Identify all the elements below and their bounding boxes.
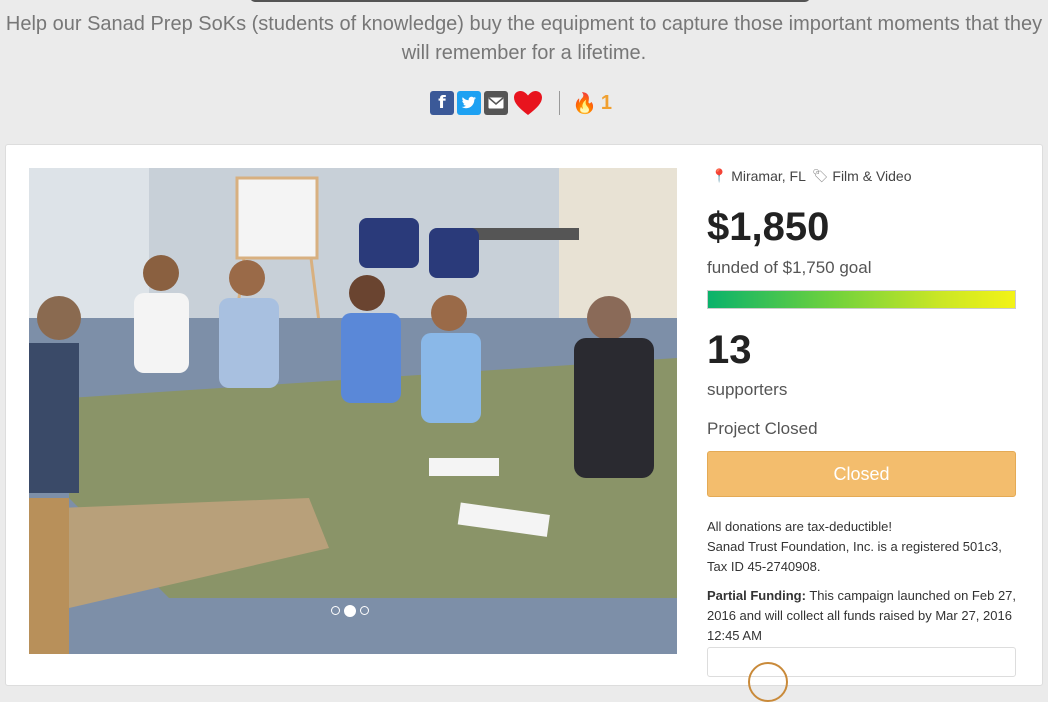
supporters-label: supporters [707,380,788,399]
funding-progress-bar [707,290,1016,309]
tax-id-text: Sanad Trust Foundation, Inc. is a regist… [707,539,1002,574]
location-link[interactable]: Miramar, FL [731,168,806,184]
facebook-icon[interactable]: f [430,91,454,115]
supporters-count: 13 [707,328,752,372]
amount-raised: $1,850 [707,205,830,249]
tag-icon: 🏷 [811,168,829,184]
share-divider [559,91,560,115]
carousel-dot-1[interactable] [331,606,340,615]
share-bar: f 🔥 1 [430,89,612,117]
carousel-dot-2[interactable] [344,605,356,617]
partial-funding-info: Partial Funding: This campaign launched … [707,586,1017,646]
email-icon[interactable] [484,91,508,115]
tax-deductible-text: All donations are tax-deductible! [707,519,893,534]
category-link[interactable]: Film & Video [832,168,911,184]
fire-icon: 🔥 [572,91,597,115]
tax-info: All donations are tax-deductible! Sanad … [707,517,1007,577]
page-title-cutoff [0,0,1048,6]
twitter-icon[interactable] [457,91,481,115]
campaign-meta: 📍 Miramar, FL 🏷 Film & Video [711,168,912,184]
organizer-avatar [748,662,788,702]
fire-count: 1 [600,91,613,114]
location-pin-icon: 📍 [711,168,728,184]
closed-button[interactable]: Closed [707,451,1016,497]
funding-progress-fill [708,291,1015,308]
heart-icon[interactable] [513,90,543,116]
campaign-tagline: Help our Sanad Prep SoKs (students of kn… [5,13,1043,64]
partial-funding-label: Partial Funding: [707,588,806,603]
project-status: Project Closed [707,419,818,438]
carousel-dot-3[interactable] [360,606,369,615]
organizer-box [707,647,1016,702]
campaign-photo[interactable] [29,168,677,654]
goal-text: funded of $1,750 goal [707,258,872,277]
carousel-dots [331,605,369,617]
